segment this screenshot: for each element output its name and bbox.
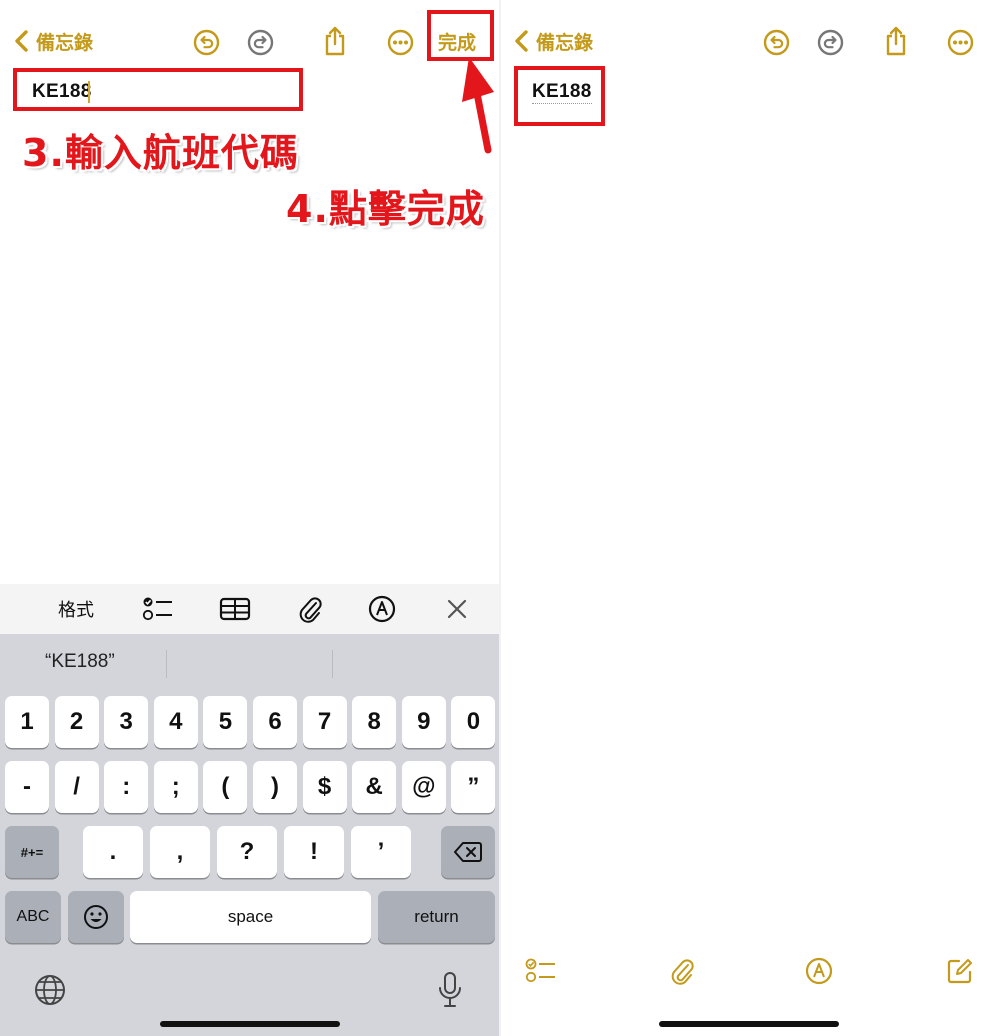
share-button[interactable] bbox=[883, 24, 909, 58]
annotation-box-note-input bbox=[13, 68, 303, 111]
attachment-button[interactable] bbox=[665, 954, 699, 988]
table-button[interactable] bbox=[214, 584, 256, 634]
redo-button[interactable] bbox=[816, 28, 844, 56]
symbol-key[interactable]: ; bbox=[153, 761, 198, 813]
number-key[interactable]: 3 bbox=[104, 696, 149, 748]
number-key[interactable]: 8 bbox=[352, 696, 397, 748]
markup-button[interactable] bbox=[364, 584, 400, 634]
ellipsis-circle-icon bbox=[387, 29, 413, 55]
paperclip-icon bbox=[671, 959, 694, 985]
share-button[interactable] bbox=[322, 24, 348, 58]
number-key[interactable]: 2 bbox=[54, 696, 99, 748]
format-button[interactable]: 格式 bbox=[48, 584, 104, 634]
checklist-button[interactable] bbox=[138, 584, 178, 634]
number-key[interactable]: 0 bbox=[451, 696, 496, 748]
back-label: 備忘錄 bbox=[36, 31, 94, 54]
chevron-left-icon bbox=[15, 30, 28, 52]
more-button[interactable] bbox=[946, 28, 974, 56]
abc-key[interactable]: ABC bbox=[5, 891, 61, 943]
format-toolbar: 格式 bbox=[0, 584, 499, 634]
globe-icon bbox=[35, 975, 65, 1005]
format-label: 格式 bbox=[58, 600, 94, 621]
chevron-left-icon bbox=[515, 30, 528, 52]
symbol-key[interactable]: - bbox=[5, 761, 49, 813]
checklist-icon bbox=[525, 958, 555, 983]
left-screenshot: 備忘錄 完成 KE188 3.輸入航班代碼 4.點擊完成 格式 “KE188” … bbox=[0, 0, 499, 1036]
suggestion-divider bbox=[166, 650, 167, 678]
number-key[interactable]: 9 bbox=[401, 696, 446, 748]
punctuation-key[interactable]: , bbox=[150, 826, 210, 878]
markup-pen-icon bbox=[368, 595, 396, 623]
number-key[interactable]: 4 bbox=[153, 696, 198, 748]
right-screenshot: 備忘錄 KE188 bbox=[501, 0, 1000, 1036]
back-button[interactable]: 備忘錄 bbox=[14, 26, 93, 56]
annotation-box-note-title bbox=[514, 66, 605, 126]
instruction-step-4: 4.點擊完成 bbox=[286, 187, 485, 231]
symbol-key[interactable]: & bbox=[352, 761, 397, 813]
symbol-key[interactable]: @ bbox=[401, 761, 446, 813]
emoji-icon bbox=[84, 905, 108, 929]
undo-icon bbox=[763, 29, 789, 55]
punctuation-key[interactable]: ’ bbox=[351, 826, 411, 878]
number-key[interactable]: 1 bbox=[5, 696, 49, 748]
annotation-arrow-icon bbox=[462, 57, 494, 154]
home-indicator bbox=[659, 1021, 839, 1027]
return-key[interactable]: return bbox=[378, 891, 495, 943]
paperclip-icon bbox=[299, 597, 322, 623]
checklist-icon bbox=[142, 597, 172, 621]
undo-icon bbox=[193, 29, 219, 55]
checklist-button[interactable] bbox=[523, 955, 559, 987]
back-button[interactable]: 備忘錄 bbox=[514, 26, 593, 56]
markup-button[interactable] bbox=[803, 955, 835, 987]
share-icon bbox=[886, 26, 906, 56]
undo-button[interactable] bbox=[192, 28, 220, 56]
suggestion-bar: “KE188” bbox=[0, 634, 499, 692]
punctuation-key[interactable]: ! bbox=[284, 826, 344, 878]
emoji-key[interactable] bbox=[68, 891, 124, 943]
symbol-key[interactable]: / bbox=[54, 761, 99, 813]
symbol-key[interactable]: ) bbox=[253, 761, 297, 813]
keyboard: “KE188” 1234567890 - /:;() $ & @” #+= .,?!’ … bbox=[0, 634, 499, 1036]
back-label: 備忘錄 bbox=[536, 31, 594, 54]
dictation-button[interactable] bbox=[434, 970, 466, 1010]
redo-button[interactable] bbox=[246, 28, 274, 56]
symbol-key[interactable]: : bbox=[104, 761, 149, 813]
table-icon bbox=[219, 597, 251, 621]
number-key[interactable]: 5 bbox=[203, 696, 248, 748]
microphone-icon bbox=[439, 972, 461, 1007]
backspace-icon bbox=[454, 842, 482, 862]
punctuation-key[interactable]: ? bbox=[217, 826, 277, 878]
globe-button[interactable] bbox=[32, 972, 68, 1008]
suggestion-item[interactable]: “KE188” bbox=[45, 651, 115, 673]
instruction-step-3: 3.輸入航班代碼 bbox=[22, 131, 299, 175]
symbol-key[interactable]: $ bbox=[302, 761, 347, 813]
symbols-toggle-key[interactable]: #+= bbox=[5, 826, 59, 878]
redo-icon bbox=[247, 29, 273, 55]
home-indicator bbox=[160, 1021, 340, 1027]
symbol-key[interactable]: ( bbox=[203, 761, 248, 813]
share-icon bbox=[325, 26, 345, 56]
number-key[interactable]: 7 bbox=[302, 696, 347, 748]
undo-button[interactable] bbox=[762, 28, 790, 56]
punctuation-key[interactable]: . bbox=[83, 826, 143, 878]
backspace-key[interactable] bbox=[441, 826, 495, 878]
close-format-bar-button[interactable] bbox=[440, 584, 474, 634]
more-button[interactable] bbox=[386, 28, 414, 56]
close-icon bbox=[447, 599, 467, 619]
markup-pen-icon bbox=[805, 957, 833, 985]
ellipsis-circle-icon bbox=[947, 29, 973, 55]
suggestion-divider bbox=[332, 650, 333, 678]
number-key[interactable]: 6 bbox=[253, 696, 297, 748]
attachment-button[interactable] bbox=[292, 584, 328, 634]
compose-icon bbox=[947, 959, 972, 984]
compose-button[interactable] bbox=[944, 955, 976, 987]
redo-icon bbox=[817, 29, 843, 55]
space-key[interactable]: space bbox=[130, 891, 371, 943]
symbol-key[interactable]: ” bbox=[451, 761, 496, 813]
